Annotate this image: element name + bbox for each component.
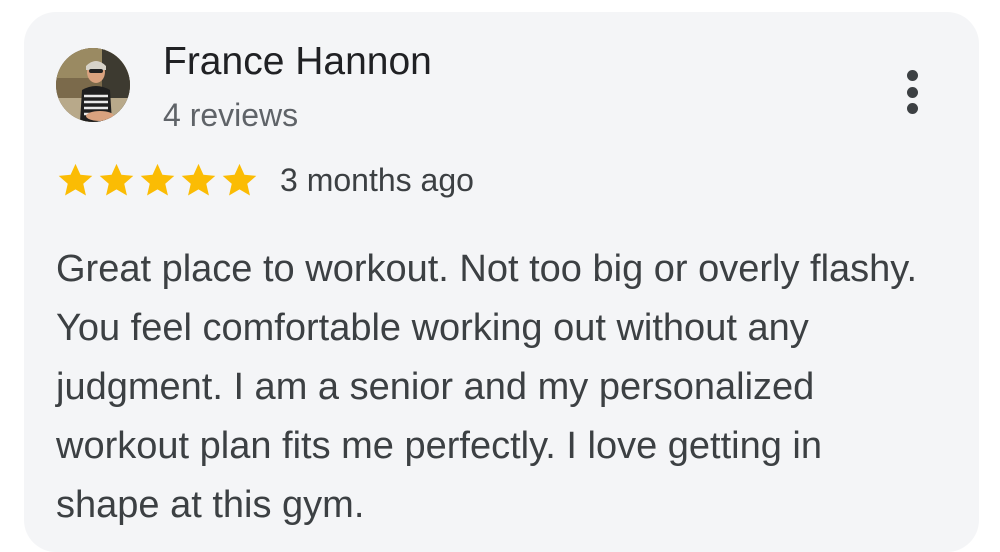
star-icon: [222, 163, 257, 196]
author-name[interactable]: France Hannon: [163, 39, 432, 85]
more-vert-icon-dot: [906, 103, 918, 114]
review-text: Great place to workout. Not too big or o…: [56, 248, 918, 526]
star-icon: [99, 163, 134, 196]
author-review-count[interactable]: 4 reviews: [163, 95, 298, 135]
rating-row: 3 months ago: [56, 160, 474, 200]
avatar-photo: [56, 48, 130, 122]
star-icon: [140, 163, 175, 196]
star-icon: [181, 163, 216, 196]
more-vert-icon-dot: [906, 86, 918, 98]
star-rating: [56, 161, 259, 199]
review-time: 3 months ago: [280, 162, 474, 198]
avatar[interactable]: [56, 48, 130, 122]
review-card: France Hannon 4 reviews 3 months ago Gre…: [24, 12, 979, 552]
more-options-button[interactable]: [892, 66, 932, 118]
star-icon: [58, 163, 93, 196]
more-vert-icon: [906, 70, 918, 81]
